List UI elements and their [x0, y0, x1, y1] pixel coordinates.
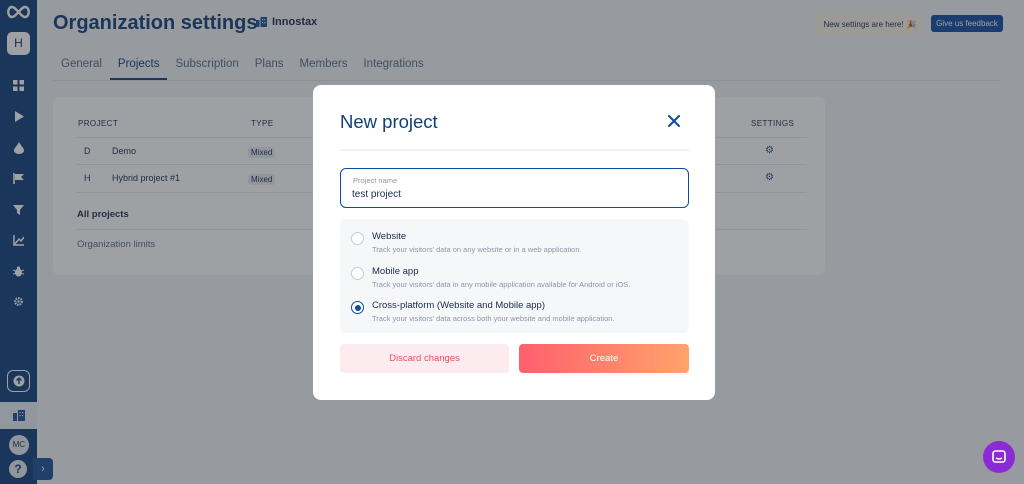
radio-cross-platform[interactable]	[351, 301, 364, 314]
option-description: Track your visitors' data on any website…	[372, 245, 582, 254]
option-description: Track your visitors' data across both yo…	[372, 314, 615, 323]
new-project-modal: New project Project name Website Track y…	[313, 85, 715, 400]
option-description: Track your visitors' data in any mobile …	[372, 280, 631, 289]
project-name-label: Project name	[353, 176, 398, 185]
project-name-field[interactable]: Project name	[340, 168, 689, 208]
option-title: Mobile app	[372, 266, 419, 277]
radio-website[interactable]	[351, 232, 364, 245]
radio-mobile-app[interactable]	[351, 267, 364, 280]
discard-changes-button[interactable]: Discard changes	[340, 344, 509, 373]
option-title: Cross-platform (Website and Mobile app)	[372, 300, 546, 311]
modal-title: New project	[340, 111, 438, 132]
option-title: Website	[372, 231, 407, 242]
create-button[interactable]: Create	[519, 344, 689, 373]
chat-launcher-icon[interactable]	[983, 441, 1015, 473]
option-mobile-app[interactable]: Mobile app Track your visitors' data in …	[351, 265, 681, 293]
project-type-options: Website Track your visitors' data on any…	[340, 219, 689, 333]
close-icon[interactable]	[664, 111, 684, 131]
option-cross-platform[interactable]: Cross-platform (Website and Mobile app) …	[351, 299, 681, 327]
project-name-input[interactable]	[352, 186, 672, 202]
modal-divider	[340, 149, 689, 151]
option-website[interactable]: Website Track your visitors' data on any…	[351, 230, 681, 258]
